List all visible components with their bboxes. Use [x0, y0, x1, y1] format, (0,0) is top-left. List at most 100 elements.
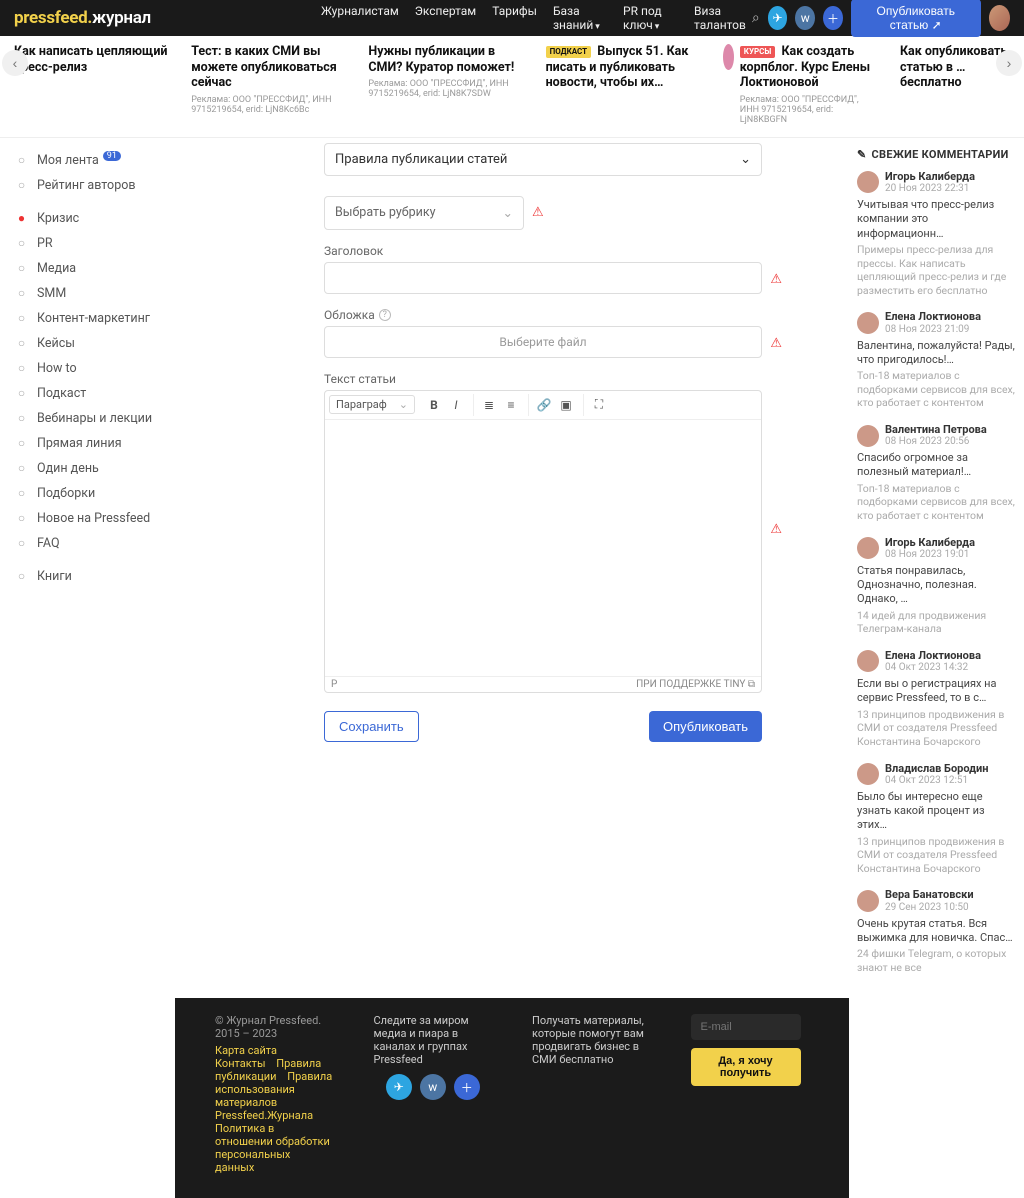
comment[interactable]: Владислав Бородин04 Окт 2023 12:51Было б… — [857, 763, 1016, 876]
footer: © Журнал Pressfeed. 2015 – 2023 Карта са… — [175, 998, 849, 1198]
comment[interactable]: Игорь Калиберда20 Ноя 2023 22:31Учитывая… — [857, 171, 1016, 298]
comment-author: Елена Локтионова — [885, 650, 981, 662]
bullet-icon: ○ — [14, 261, 29, 276]
sidebar-item[interactable]: ○SMM — [8, 281, 167, 306]
avatar[interactable] — [989, 5, 1010, 31]
link-button[interactable]: 🔗 — [533, 394, 555, 416]
sidebar-item[interactable]: ●Кризис — [8, 206, 167, 231]
comment[interactable]: Вера Банатовски29 Сен 2023 10:50Очень кр… — [857, 889, 1016, 974]
sidebar-item[interactable]: ○Один день — [8, 456, 167, 481]
save-button[interactable]: Сохранить — [324, 711, 419, 742]
email-input[interactable] — [691, 1014, 801, 1040]
comment[interactable]: Валентина Петрова08 Ноя 2023 20:56Спасиб… — [857, 424, 1016, 523]
comment[interactable]: Елена Локтионова08 Ноя 2023 21:09Валенти… — [857, 311, 1016, 410]
sidebar-item[interactable]: ○Рейтинг авторов — [8, 173, 167, 198]
sidebar-item[interactable]: ○Подборки — [8, 481, 167, 506]
bullet-icon: ○ — [14, 486, 29, 501]
sidebar-item-label: Один день — [37, 461, 99, 476]
comment-body: Валентина, пожалуйста! Рады, что пригоди… — [857, 339, 1016, 368]
nav-pr[interactable]: PR под ключ▾ — [623, 4, 678, 32]
bullet-icon: ○ — [14, 436, 29, 451]
sidebar-item[interactable]: ○Подкаст — [8, 381, 167, 406]
nav-kb[interactable]: База знаний▾ — [553, 4, 607, 32]
fullscreen-button[interactable]: ⛶ — [588, 394, 610, 416]
comment-body: Учитывая что пресс-релиз компании это ин… — [857, 198, 1016, 241]
sidebar-item[interactable]: ○Моя лента91 — [8, 148, 167, 173]
sidebar-item-label: How to — [37, 361, 77, 376]
search-icon[interactable]: ⌕ — [752, 10, 760, 26]
nav-experts[interactable]: Экспертам — [415, 4, 476, 32]
comment-body: Если вы о регистрациях на сервис Pressfe… — [857, 677, 1016, 706]
feature-card[interactable]: КУРСЫ Как создать корпблог. Курс Елены Л… — [723, 44, 880, 125]
telegram-icon[interactable]: ✈ — [768, 6, 788, 30]
topbar: pressfeed.журнал Журналистам Экспертам Т… — [0, 0, 1024, 36]
cover-file-button[interactable]: Выберите файл — [324, 326, 762, 358]
bold-button[interactable]: B — [423, 394, 445, 416]
feature-card[interactable]: Нужны публикации в СМИ? Куратор поможет!… — [368, 44, 525, 99]
bullet-icon: ○ — [14, 569, 29, 584]
carousel-next-button[interactable]: › — [996, 50, 1022, 76]
comment-date: 04 Окт 2023 14:32 — [885, 662, 981, 673]
telegram-icon[interactable]: ✈ — [386, 1074, 412, 1100]
sidebar-item[interactable]: ○ Медиа — [8, 256, 167, 281]
plus-icon[interactable]: ＋ — [454, 1074, 480, 1100]
comment[interactable]: Елена Локтионова04 Окт 2023 14:32 Если вы… — [857, 650, 1016, 749]
avatar — [857, 425, 879, 447]
comment-date: 08 Ноя 2023 19:01 — [885, 549, 975, 560]
comment-date: 08 Ноя 2023 21:09 — [885, 324, 981, 335]
nav-tariffs[interactable]: Тарифы — [492, 4, 537, 32]
sidebar-item[interactable]: ○ Контент-маркетинг — [8, 306, 167, 331]
sidebar-item-label: Контент-маркетинг — [37, 311, 150, 326]
sidebar-item[interactable]: ○How to — [8, 356, 167, 381]
sidebar-item[interactable]: ○PR — [8, 231, 167, 256]
format-select[interactable]: Параграф⌄ — [329, 395, 415, 414]
plus-icon[interactable]: ＋ — [823, 6, 843, 30]
sidebar-item[interactable]: ○Книги — [8, 564, 167, 589]
bullet-icon: ○ — [14, 311, 29, 326]
sidebar-item[interactable]: ○Новое на Pressfeed — [8, 506, 167, 531]
tiny-credit: ПРИ ПОДДЕРЖКЕ TINY ⧉ — [636, 679, 755, 690]
comment-body: Очень крутая статья. Вся выжимка для нов… — [857, 917, 1016, 946]
footer-link-contacts[interactable]: Контакты — [215, 1057, 266, 1070]
sidebar-item[interactable]: ○Вебинары и лекции — [8, 406, 167, 431]
nav-journalists[interactable]: Журналистам — [321, 4, 399, 32]
avatar — [857, 763, 879, 785]
feature-card[interactable]: ПОДКАСТ Выпуск 51. Как писать и публиков… — [546, 44, 703, 91]
rubric-select[interactable]: Выбрать рубрику ⌄ — [324, 196, 524, 230]
number-list-button[interactable]: ≡ — [500, 394, 522, 416]
publish-article-button[interactable]: Опубликовать статью ➚ — [851, 0, 981, 37]
avatar — [857, 537, 879, 559]
vk-icon[interactable]: w — [420, 1074, 446, 1100]
feature-card[interactable]: Тест: в каких СМИ вы можете опубликовать… — [191, 44, 348, 115]
sidebar-item[interactable]: ○Кейсы — [8, 331, 167, 356]
footer-link-privacy[interactable]: Политика в отношении обработки персональ… — [215, 1122, 330, 1174]
comment[interactable]: Игорь Калиберда08 Ноя 2023 19:01Статья п… — [857, 537, 1016, 636]
rules-accordion[interactable]: Правила публикации статей ⌄ — [324, 143, 762, 176]
feature-card[interactable]: Как опубликовать статью в … бесплатно — [900, 44, 1010, 91]
help-icon[interactable]: ? — [379, 309, 391, 321]
avatar — [857, 890, 879, 912]
vk-icon[interactable]: w — [795, 6, 815, 30]
italic-button[interactable]: I — [445, 394, 467, 416]
title-input[interactable] — [324, 262, 762, 294]
comment-article: 13 принципов продвижения в СМИ от создат… — [857, 708, 1016, 749]
logo[interactable]: pressfeed.журнал — [14, 8, 151, 28]
error-icon: ⚠ — [532, 205, 544, 220]
sidebar-item[interactable]: ○FAQ — [8, 531, 167, 556]
nav-visa[interactable]: Виза талантов — [694, 4, 752, 32]
error-icon: ⚠ — [770, 336, 782, 351]
footer-link-map[interactable]: Карта сайта — [215, 1044, 277, 1057]
sidebar-item-label: Вебинары и лекции — [37, 411, 152, 426]
publish-button[interactable]: Опубликовать — [649, 711, 762, 742]
editor-textarea[interactable] — [325, 420, 761, 676]
sidebar-item-label: Медиа — [37, 261, 76, 276]
top-right: ⌕ ✈ w ＋ Опубликовать статью ➚ — [752, 0, 1010, 37]
bullet-list-button[interactable]: ≣ — [478, 394, 500, 416]
sidebar-item-label: Прямая линия — [37, 436, 122, 451]
feature-card[interactable]: Как написать цепляющий пресс-релиз — [14, 44, 171, 75]
sidebar-item-label: PR — [37, 236, 53, 251]
subscribe-button[interactable]: Да, я хочу получить — [691, 1048, 801, 1086]
image-button[interactable]: ▣ — [555, 394, 577, 416]
sidebar-item[interactable]: ○ Прямая линия — [8, 431, 167, 456]
carousel-prev-button[interactable]: ‹ — [2, 50, 28, 76]
